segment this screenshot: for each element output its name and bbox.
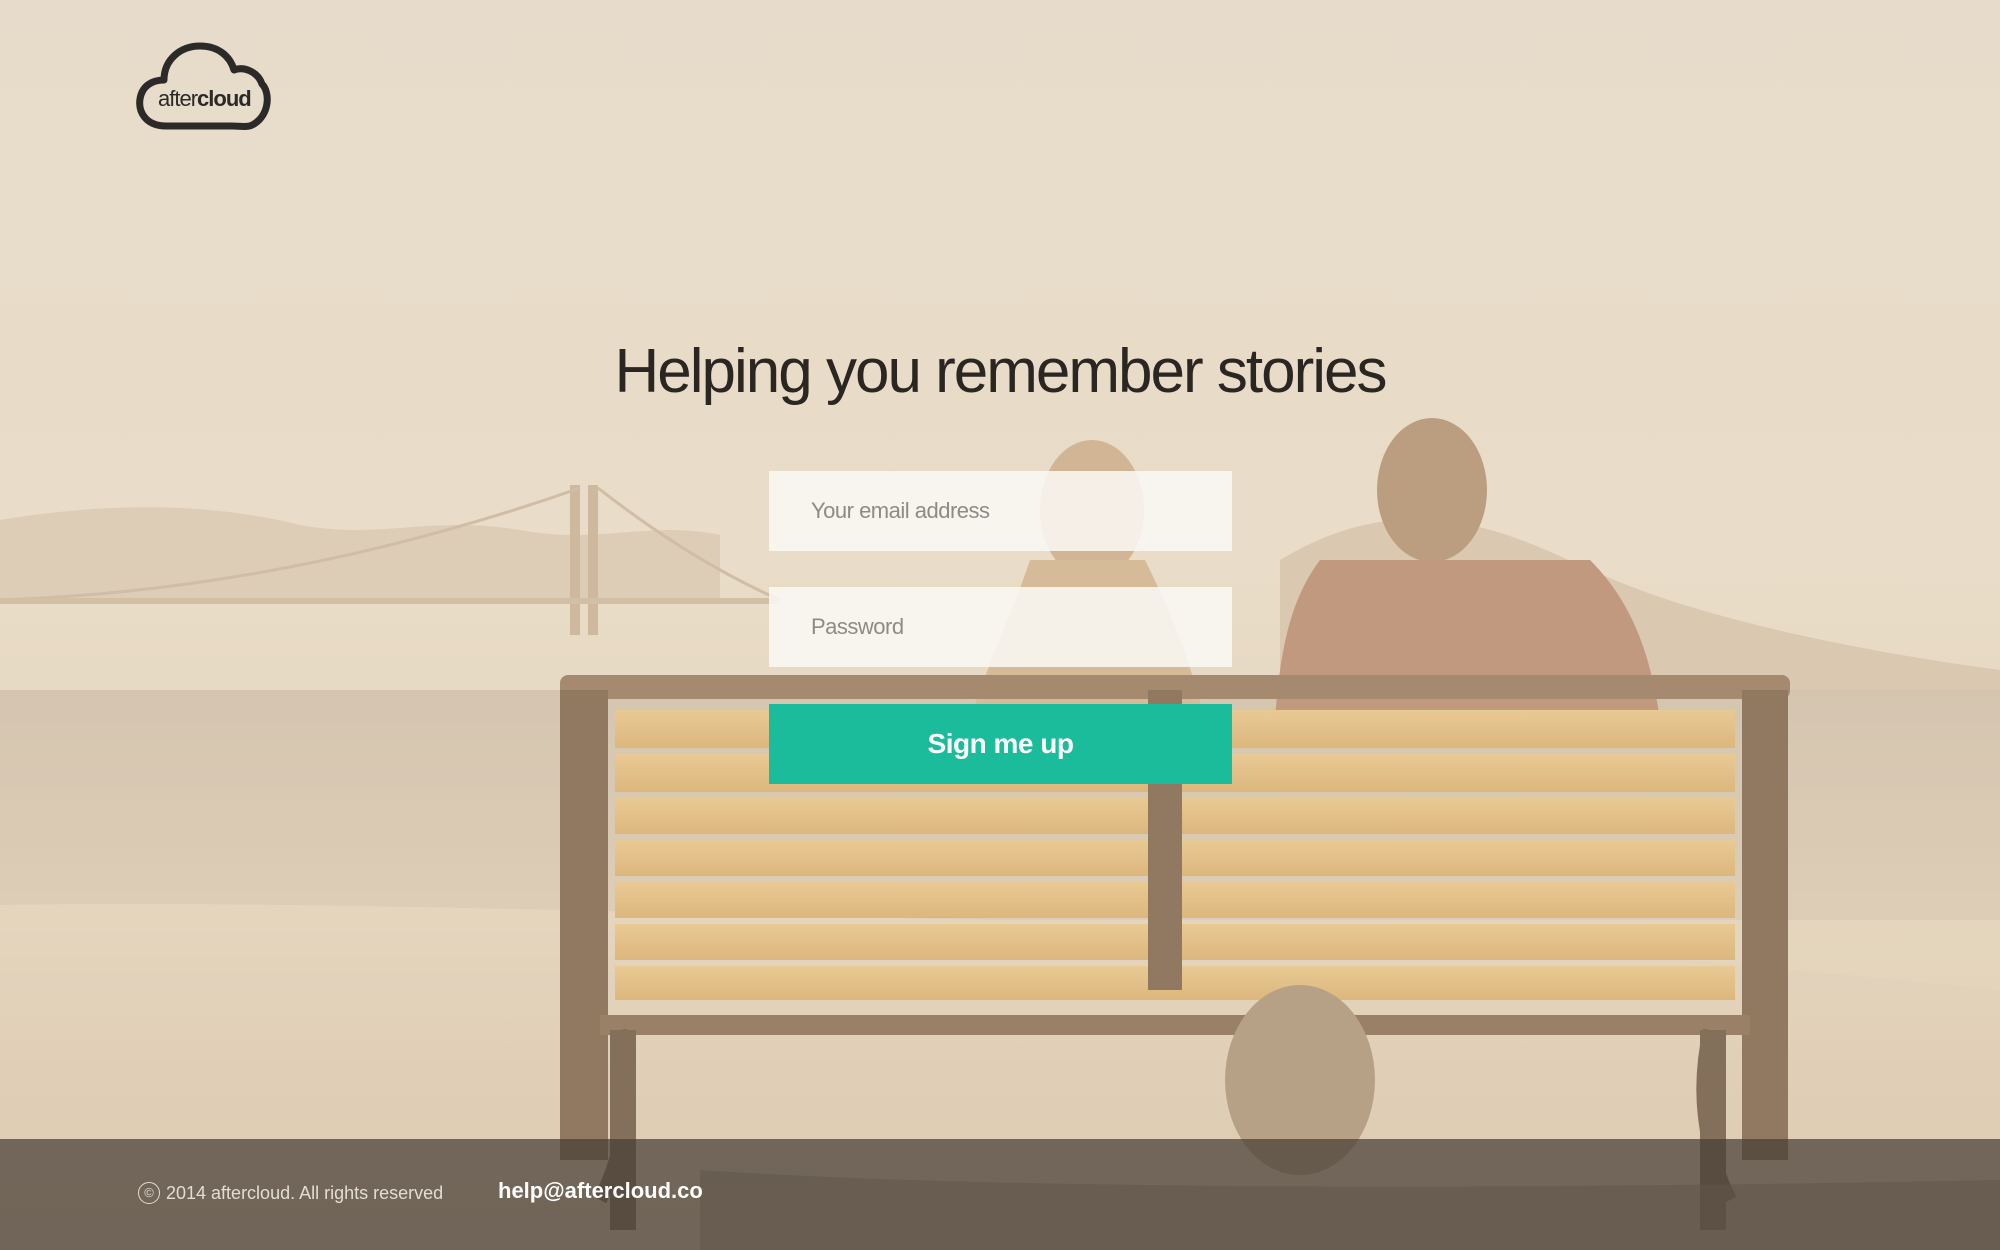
email-field[interactable] <box>769 471 1232 551</box>
password-field[interactable] <box>769 587 1232 667</box>
hero-headline: Helping you remember stories <box>614 337 1387 406</box>
landing-page: aftercloud Helping you remember stories … <box>0 0 2000 1250</box>
copyright-icon: © <box>138 1182 160 1205</box>
copyright-notice: © 2014 aftercloud. All rights reserved <box>138 1182 443 1208</box>
copyright-text: 2014 aftercloud. All rights reserved <box>166 1182 444 1203</box>
sign-up-button[interactable]: Sign me up <box>769 704 1232 784</box>
aftercloud-logo[interactable]: aftercloud <box>136 42 272 130</box>
logo-wordmark-bold: cloud <box>197 86 252 111</box>
logo-wordmark-light: after <box>158 86 198 111</box>
help-email-link[interactable]: help@aftercloud.co <box>498 1178 703 1204</box>
logo-wordmark: aftercloud <box>158 86 268 112</box>
